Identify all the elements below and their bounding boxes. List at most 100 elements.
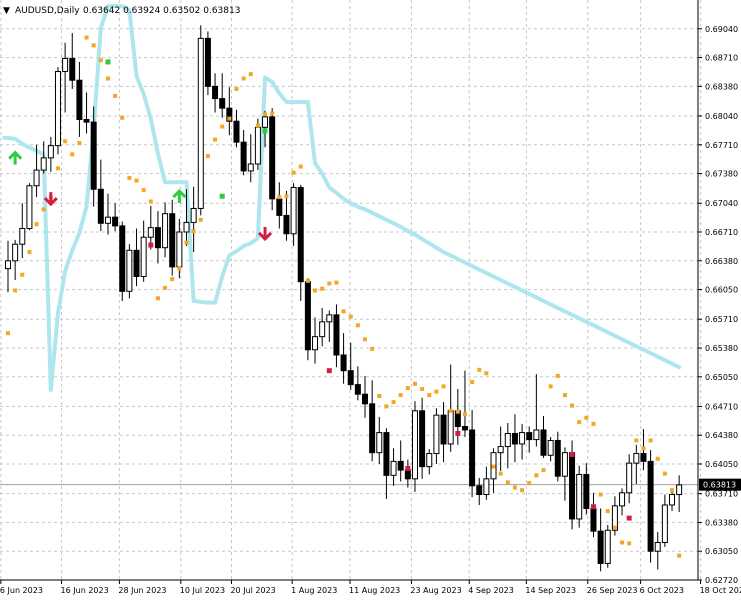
sar-dot xyxy=(377,393,382,398)
sar-dot xyxy=(420,386,425,391)
axis-labels: 0.69040 0.68710 0.68380 0.68040 0.67710 0.673… xyxy=(0,25,741,595)
sar-dot xyxy=(370,346,375,351)
buy-arrow-icon xyxy=(8,150,23,165)
candle xyxy=(511,414,518,463)
candle xyxy=(604,525,611,568)
candle-body-bear xyxy=(526,432,533,441)
sar-dot xyxy=(491,464,496,469)
sar-dot xyxy=(184,240,189,245)
candle-body-bull xyxy=(19,228,26,245)
sar-dot xyxy=(641,446,646,451)
sar-dot xyxy=(570,403,575,408)
candle xyxy=(490,448,497,493)
candle-body-bull xyxy=(626,462,633,494)
sar-dot xyxy=(677,553,682,558)
candle-body-bear xyxy=(154,227,161,249)
sar-dot xyxy=(148,199,153,204)
candle xyxy=(312,317,319,364)
candle xyxy=(162,202,169,258)
candle-body-bear xyxy=(333,314,340,356)
sar-dot xyxy=(348,314,353,319)
sar-dot xyxy=(255,123,260,128)
candle-body-bear xyxy=(476,485,483,496)
candle xyxy=(276,182,283,229)
candle xyxy=(519,423,526,460)
candle-body-bear xyxy=(397,460,404,471)
axes xyxy=(0,0,702,584)
candle-body-bear xyxy=(419,410,426,468)
sar-dot xyxy=(505,480,510,485)
candle-body-bear xyxy=(590,507,597,532)
sar-dot xyxy=(541,468,546,473)
x-tick-label: 16 Jun 2023 xyxy=(61,586,109,595)
sar-dot xyxy=(284,194,289,199)
sar-dot xyxy=(298,164,303,169)
candle-body-bear xyxy=(269,116,276,200)
candle-body-bear xyxy=(112,216,119,227)
sar-dot xyxy=(91,43,96,48)
sar-dot xyxy=(441,384,446,389)
candle-body-bear xyxy=(647,460,654,552)
x-tick-label: 11 Aug 2023 xyxy=(349,586,400,595)
candle xyxy=(54,67,61,155)
sar-dot xyxy=(84,35,89,40)
header-caret[interactable]: ▼ xyxy=(3,6,10,16)
sar-dot xyxy=(405,386,410,391)
sell-square xyxy=(326,368,332,374)
candle-body-bull xyxy=(262,116,269,128)
candle-body-bear xyxy=(440,414,447,445)
candle xyxy=(533,374,540,447)
sar-dot xyxy=(105,76,110,81)
sar-dot xyxy=(163,285,168,290)
candle xyxy=(269,108,276,211)
candle xyxy=(626,454,633,504)
price-chart[interactable]: 0.69040 0.68710 0.68380 0.68040 0.67710 0.673… xyxy=(0,0,741,600)
candle xyxy=(104,193,111,235)
candle-body-bear xyxy=(276,198,283,216)
chart-header: ▼ AUDUSD,Daily 0.63642 0.63924 0.63502 0… xyxy=(3,6,240,16)
candle-body-bull xyxy=(604,529,611,564)
candle-body-bull xyxy=(104,216,111,224)
candle-body-bull xyxy=(47,145,54,159)
candle-body-bull xyxy=(319,321,326,338)
y-tick-label: 0.66710 xyxy=(705,228,738,237)
candle xyxy=(597,508,604,572)
candle-body-bear xyxy=(83,118,90,123)
y-tick-label: 0.67380 xyxy=(705,170,738,179)
candle-body-bear xyxy=(469,429,476,487)
candle-body-bull xyxy=(326,314,333,323)
sar-dot xyxy=(170,277,175,282)
candle-body-bear xyxy=(554,439,561,477)
candle xyxy=(547,436,554,462)
y-tick-label: 0.63050 xyxy=(705,547,738,556)
candle-body-bull xyxy=(26,185,33,230)
sar-dot xyxy=(341,309,346,314)
candle-body-bear xyxy=(304,281,311,351)
sar-dot xyxy=(13,288,18,293)
sar-dot xyxy=(334,280,339,285)
candle-body-bull xyxy=(411,410,418,480)
price-tag-label: 0.63813 xyxy=(703,481,736,490)
sar-dot xyxy=(191,229,196,234)
candle-body-bear xyxy=(283,214,290,235)
candle xyxy=(376,416,383,464)
candle-body-bull xyxy=(176,231,183,268)
sar-dot xyxy=(234,86,239,91)
sar-dot xyxy=(177,266,182,271)
candle-body-bull xyxy=(5,260,11,270)
sar-dot xyxy=(213,137,218,142)
buy-square xyxy=(219,193,225,199)
y-tick-label: 0.66050 xyxy=(705,286,738,295)
candle-body-bear xyxy=(383,432,390,476)
sar-dot xyxy=(41,207,46,212)
candle xyxy=(461,370,468,437)
sar-dot xyxy=(270,111,275,116)
sar-dot xyxy=(462,412,467,417)
sar-dot xyxy=(455,409,460,414)
sar-dot xyxy=(205,154,210,159)
candle-body-bear xyxy=(461,425,468,431)
candle-body-bull xyxy=(183,221,190,233)
candle-body-bull xyxy=(433,414,440,455)
candle-body-bear xyxy=(219,98,226,109)
candle xyxy=(419,397,426,479)
